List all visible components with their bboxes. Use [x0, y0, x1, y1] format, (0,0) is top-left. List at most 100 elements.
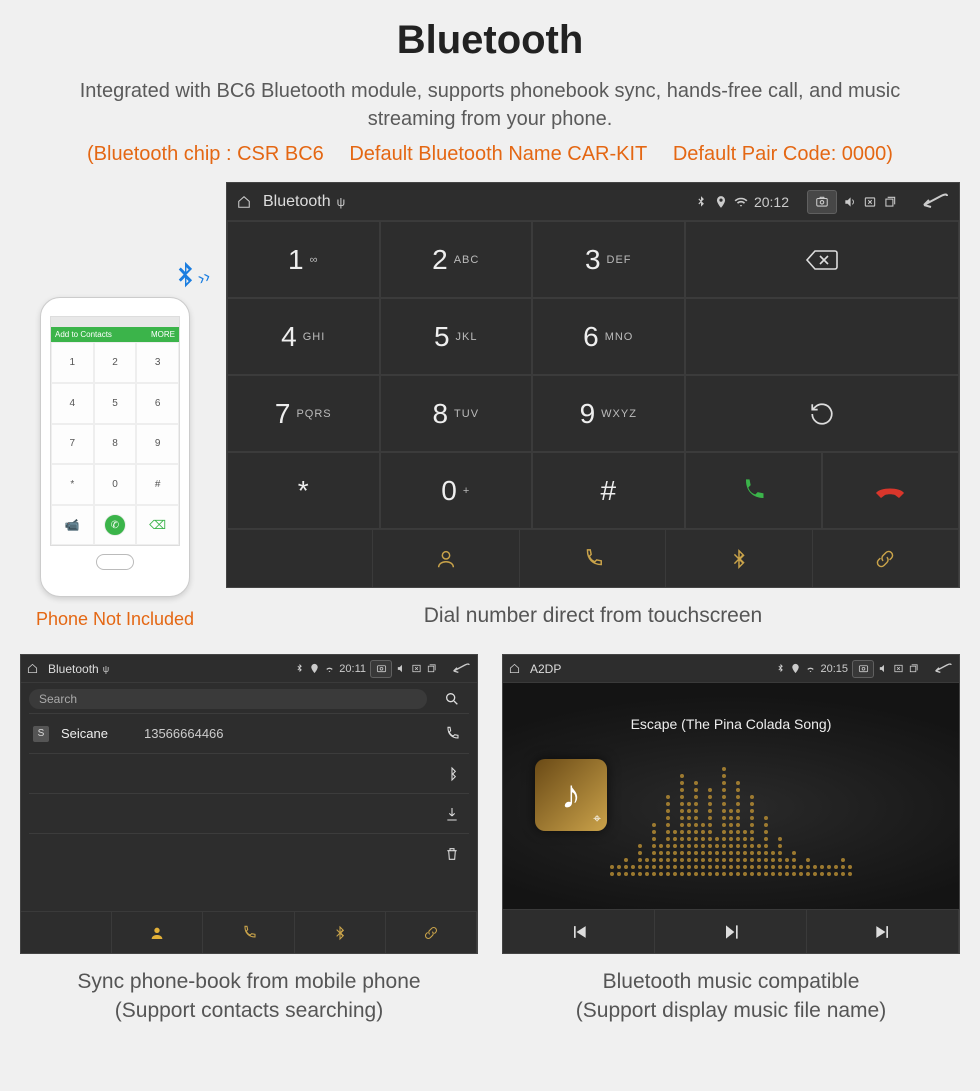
prev-track-button[interactable] [503, 910, 655, 953]
bluetooth-overlay-icon: ⌖ [593, 810, 601, 827]
close-app-button[interactable] [893, 663, 904, 674]
phone-key: * [51, 464, 94, 505]
phone-frame: Add to Contacts MORE 123456789*0#📹✆⌫ [40, 297, 190, 597]
gps-icon [790, 663, 801, 674]
close-app-button[interactable] [863, 195, 877, 209]
dial-key-4[interactable]: 4GHI [227, 298, 380, 375]
home-icon[interactable] [237, 195, 251, 209]
volume-button[interactable] [396, 663, 407, 674]
nav-contacts[interactable] [373, 530, 519, 587]
nav-dialpad[interactable] [21, 912, 112, 953]
dial-key-8[interactable]: 8TUV [380, 375, 533, 452]
dial-key-9[interactable]: 9WXYZ [532, 375, 685, 452]
dial-key-0[interactable]: 0+ [380, 452, 533, 529]
volume-button[interactable] [843, 195, 857, 209]
screenshot-button[interactable] [807, 190, 837, 214]
spec-name: Default Bluetooth Name CAR-KIT [349, 143, 647, 165]
screenshot-button[interactable] [852, 660, 874, 678]
nav-bluetooth[interactable] [666, 530, 812, 587]
nav-call-log[interactable] [203, 912, 294, 953]
phone-key: 9 [136, 424, 179, 465]
a2dp-app-title: A2DP [530, 662, 561, 676]
download-icon[interactable] [435, 806, 469, 822]
phone-key: ⌫ [136, 505, 179, 546]
phone-caption: Phone Not Included [36, 609, 194, 630]
recent-apps-button[interactable] [908, 663, 919, 674]
recent-apps-button[interactable] [883, 195, 897, 209]
contact-initial: S [33, 726, 49, 742]
empty-cell [685, 298, 960, 375]
back-button[interactable] [933, 663, 953, 675]
bluetooth-status-icon [694, 195, 708, 209]
backspace-button[interactable] [685, 221, 960, 298]
bluetooth-status-icon [294, 663, 305, 674]
phone-key: 3 [136, 342, 179, 383]
back-button[interactable] [921, 193, 949, 211]
phone-key: 6 [136, 383, 179, 424]
history-button[interactable] [685, 375, 960, 452]
wifi-icon [805, 663, 816, 674]
dial-key-2[interactable]: 2ABC [380, 221, 533, 298]
phone-key: 1 [51, 342, 94, 383]
nav-bluetooth[interactable] [295, 912, 386, 953]
phone-key: 2 [94, 342, 137, 383]
phone-add-contacts-label: Add to Contacts [55, 330, 112, 339]
back-button[interactable] [451, 663, 471, 675]
play-pause-button[interactable] [655, 910, 807, 953]
pb-status-bar: Bluetooth ψ 20:11 [21, 655, 477, 683]
nav-contacts[interactable] [112, 912, 203, 953]
usb-icon: ψ [103, 664, 109, 674]
dial-key-3[interactable]: 3DEF [532, 221, 685, 298]
close-app-button[interactable] [411, 663, 422, 674]
dial-key-1[interactable]: 1∞ [227, 221, 380, 298]
gps-icon [714, 195, 728, 209]
song-title: Escape (The Pina Colada Song) [631, 716, 832, 732]
nav-dialpad[interactable] [227, 530, 373, 587]
phonebook-caption: Sync phone-book from mobile phone (Suppo… [20, 968, 478, 1025]
spec-chip: (Bluetooth chip : CSR BC6 [87, 143, 324, 165]
dial-key-6[interactable]: 6MNO [532, 298, 685, 375]
status-bar: Bluetooth ψ 20:12 [227, 183, 959, 221]
album-art-icon: ♪ ⌖ [535, 759, 607, 831]
dial-key-*[interactable]: * [227, 452, 380, 529]
contact-row[interactable]: S Seicane 13566664466 [29, 726, 435, 742]
call-contact-icon[interactable] [435, 726, 469, 742]
gps-icon [309, 663, 320, 674]
volume-button[interactable] [878, 663, 889, 674]
head-unit-a2dp: A2DP 20:15 Escape (The Pina Colada Song) [502, 654, 960, 954]
home-icon[interactable] [509, 663, 520, 674]
phone-key: 8 [94, 424, 137, 465]
spec-line: (Bluetooth chip : CSR BC6 Default Blueto… [20, 143, 960, 166]
usb-icon: ψ [337, 195, 346, 209]
page-title: Bluetooth [20, 18, 960, 63]
nav-pair[interactable] [386, 912, 477, 953]
wifi-icon [324, 663, 335, 674]
next-track-button[interactable] [807, 910, 959, 953]
a2dp-status-bar: A2DP 20:15 [503, 655, 959, 683]
equalizer-visual [610, 766, 852, 876]
clock-time: 20:15 [820, 663, 848, 675]
hangup-button[interactable] [822, 452, 959, 529]
home-icon[interactable] [27, 663, 38, 674]
recent-apps-button[interactable] [426, 663, 437, 674]
delete-icon[interactable] [435, 846, 469, 862]
phone-key: # [136, 464, 179, 505]
search-icon[interactable] [435, 691, 469, 707]
phone-key: 0 [94, 464, 137, 505]
screenshot-button[interactable] [370, 660, 392, 678]
nav-pair[interactable] [813, 530, 959, 587]
phone-key: 📹 [51, 505, 94, 546]
phone-key: 7 [51, 424, 94, 465]
phone-key: ✆ [94, 505, 137, 546]
contact-number: 13566664466 [144, 726, 224, 741]
dial-key-7[interactable]: 7PQRS [227, 375, 380, 452]
bluetooth-icon[interactable] [435, 766, 469, 782]
a2dp-controls [503, 909, 959, 953]
wifi-icon [734, 195, 748, 209]
search-input[interactable]: Search [29, 689, 427, 709]
dial-key-#[interactable]: # [532, 452, 685, 529]
call-button[interactable] [685, 452, 822, 529]
nav-call-log[interactable] [520, 530, 666, 587]
a2dp-caption: Bluetooth music compatible (Support disp… [502, 968, 960, 1025]
dial-key-5[interactable]: 5JKL [380, 298, 533, 375]
